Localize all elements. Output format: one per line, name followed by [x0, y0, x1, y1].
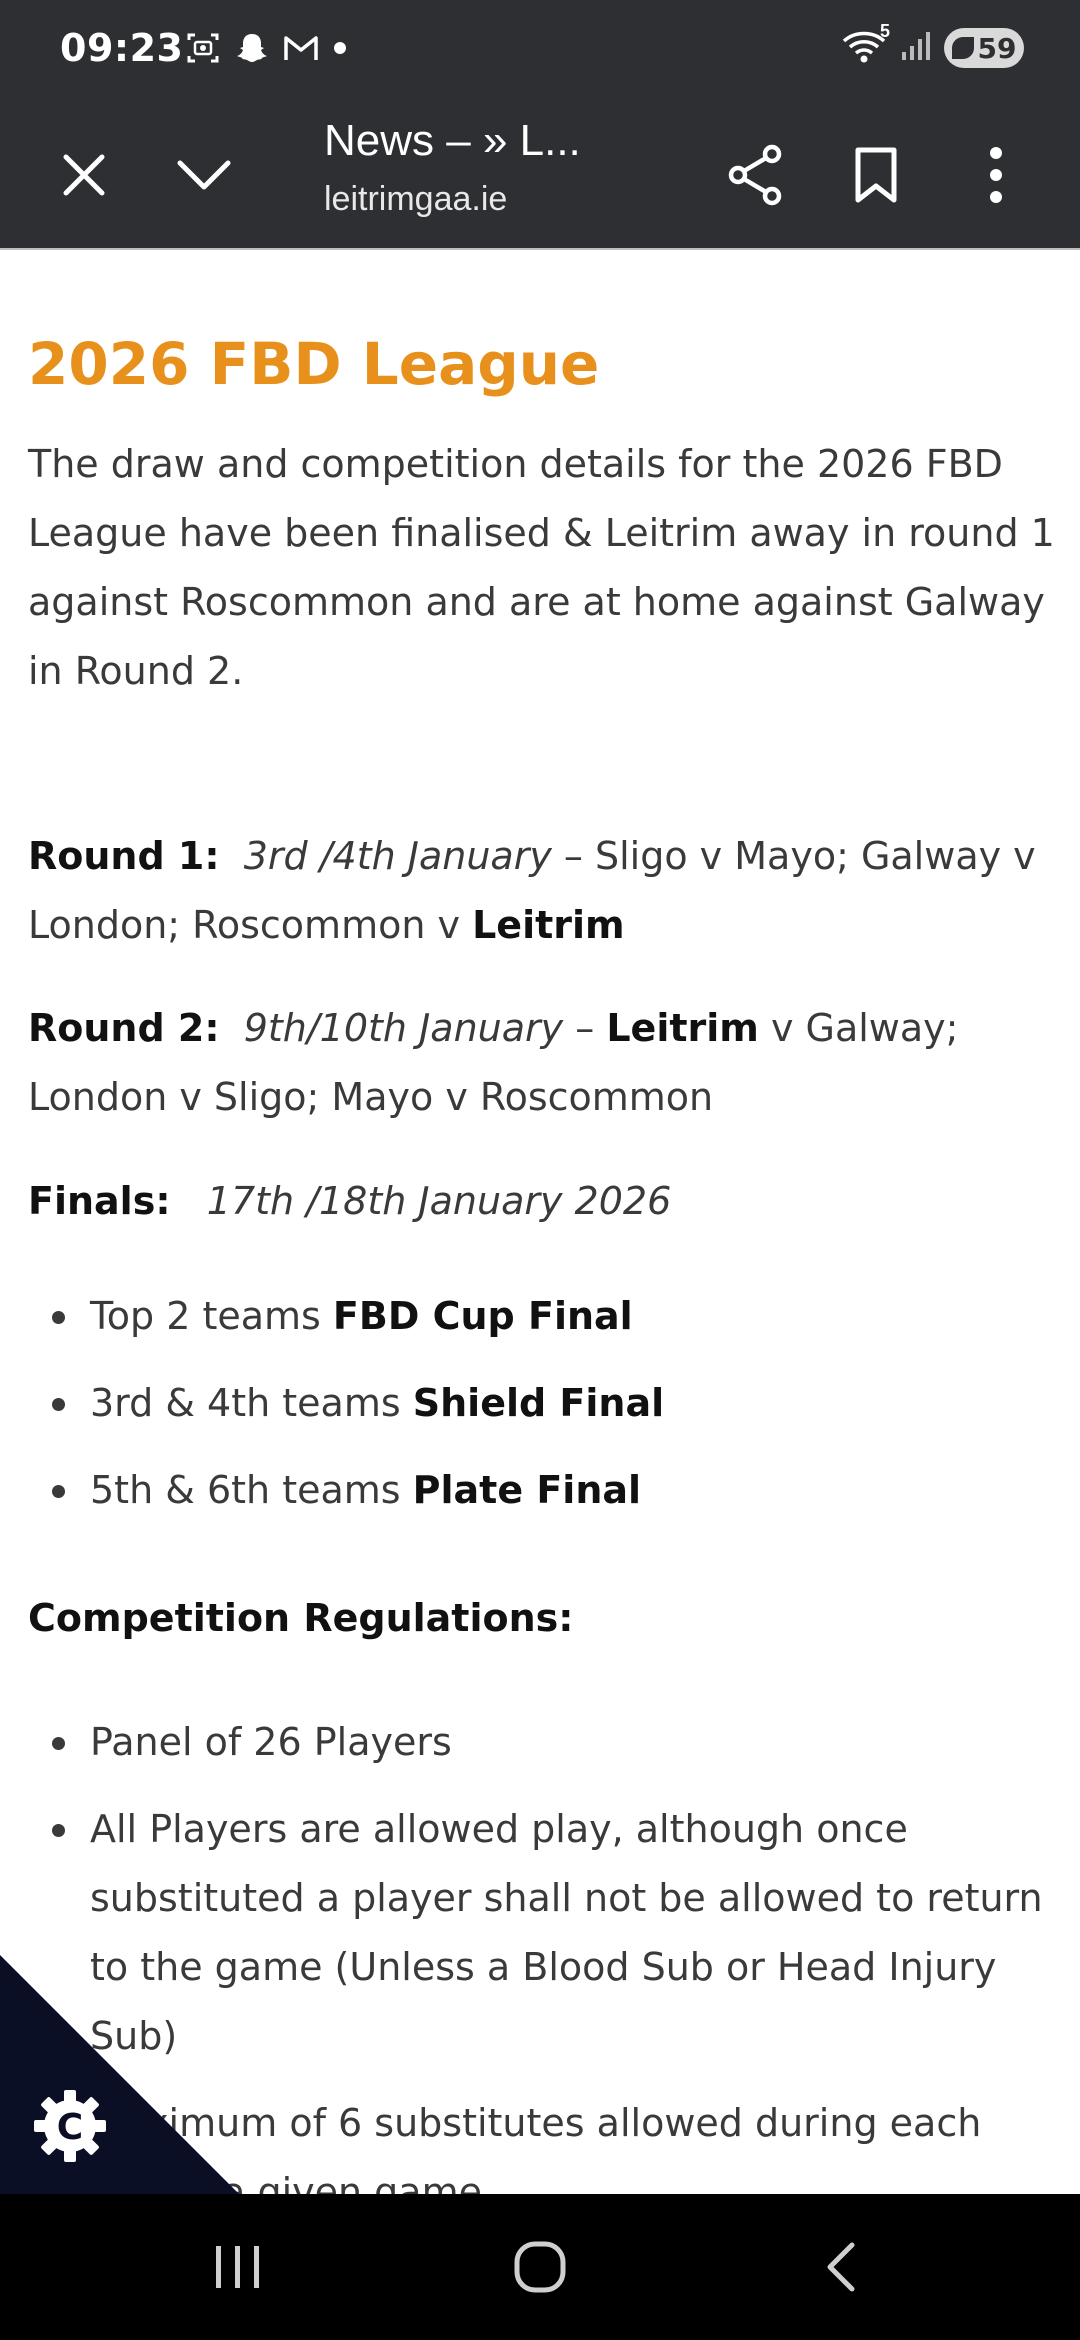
- round1-label: Round 1:: [28, 834, 220, 878]
- finals-label: Finals:: [28, 1179, 171, 1223]
- finals-list: Top 2 teams FBD Cup Final 3rd & 4th team…: [28, 1282, 1048, 1525]
- list-item: Top 2 teams FBD Cup Final: [28, 1282, 1048, 1351]
- dot-icon: [333, 41, 347, 60]
- more-options-button[interactable]: [956, 135, 1036, 215]
- navigation-bar: [0, 2194, 1080, 2340]
- list-item-bold: Plate Final: [412, 1468, 642, 1512]
- signal-icon: [900, 30, 930, 67]
- round1-paragraph: Round 1: 3rd /4th January – Sligo v Mayo…: [28, 822, 1068, 960]
- screenshot-icon: [185, 30, 221, 71]
- browser-toolbar: News – » L... leitrimgaa.ie: [0, 100, 1080, 250]
- wifi-label: 5: [879, 20, 890, 41]
- home-button[interactable]: [490, 2232, 590, 2302]
- back-icon: [827, 2242, 855, 2292]
- home-icon: [514, 2241, 566, 2293]
- list-item: All Players are allowed play, although o…: [28, 1795, 1048, 2071]
- bookmark-icon: [855, 147, 897, 203]
- round2-paragraph: Round 2: 9th/10th January – Leitrim v Ga…: [28, 994, 1068, 1132]
- finals-date: 17th /18th January 2026: [206, 1179, 672, 1223]
- system-icons: 5 59: [842, 21, 1024, 68]
- gmail-icon: [283, 33, 319, 68]
- recent-apps-button[interactable]: [188, 2232, 288, 2302]
- article-title: 2026 FBD League: [28, 330, 600, 398]
- share-button[interactable]: [716, 135, 796, 215]
- more-icon: [990, 147, 1002, 203]
- recent-apps-icon: [216, 2246, 259, 2288]
- page-domain[interactable]: leitrimgaa.ie: [324, 180, 507, 219]
- regulations-title: Competition Regulations:: [28, 1596, 574, 1640]
- list-item-bold: FBD Cup Final: [332, 1294, 633, 1338]
- list-item-text: Top 2 teams: [90, 1294, 333, 1338]
- list-item: Panel of 26 Players: [28, 1708, 1048, 1777]
- status-bar: 09:23 5 59: [0, 0, 1080, 100]
- cookie-settings-icon[interactable]: C: [30, 2086, 110, 2166]
- battery-level: 59: [977, 31, 1017, 65]
- article-intro: The draw and competition details for the…: [28, 442, 1055, 693]
- wifi-icon: 5: [842, 21, 890, 68]
- regulations-list: Panel of 26 Players All Players are allo…: [28, 1708, 1048, 2194]
- list-item-text: 5th & 6th teams: [90, 1468, 413, 1512]
- article-content: 2026 FBD League The draw and competition…: [0, 250, 1080, 2194]
- round1-dash: –: [551, 834, 595, 878]
- round1-date: 3rd /4th January: [243, 834, 552, 878]
- round2-dash: –: [563, 1006, 607, 1050]
- close-button[interactable]: [44, 135, 124, 215]
- cookie-letter: C: [57, 2107, 83, 2148]
- close-icon: [63, 154, 105, 196]
- battery-saver-icon: [951, 37, 974, 59]
- list-item: 3rd & 4th teams Shield Final: [28, 1369, 1048, 1438]
- bookmark-button[interactable]: [836, 135, 916, 215]
- list-item-bold: Shield Final: [412, 1381, 665, 1425]
- finals-paragraph: Finals: 17th /18th January 2026: [28, 1167, 1068, 1236]
- snapchat-icon: [235, 31, 269, 70]
- chevron-down-icon: [177, 160, 231, 190]
- status-time: 09:23: [60, 26, 184, 70]
- round1-highlight: Leitrim: [472, 903, 625, 947]
- round2-highlight: Leitrim: [606, 1006, 759, 1050]
- list-item: 5th & 6th teams Plate Final: [28, 1456, 1048, 1525]
- page-title-bar[interactable]: News – » L...: [324, 116, 581, 166]
- round2-label: Round 2:: [28, 1006, 220, 1050]
- minimize-button[interactable]: [164, 135, 244, 215]
- notification-icons: [185, 30, 347, 71]
- share-icon: [728, 144, 782, 206]
- list-item-text: 3rd & 4th teams: [90, 1381, 413, 1425]
- round2-date: 9th/10th January: [243, 1006, 564, 1050]
- battery-indicator: 59: [944, 28, 1024, 68]
- back-button[interactable]: [792, 2232, 892, 2302]
